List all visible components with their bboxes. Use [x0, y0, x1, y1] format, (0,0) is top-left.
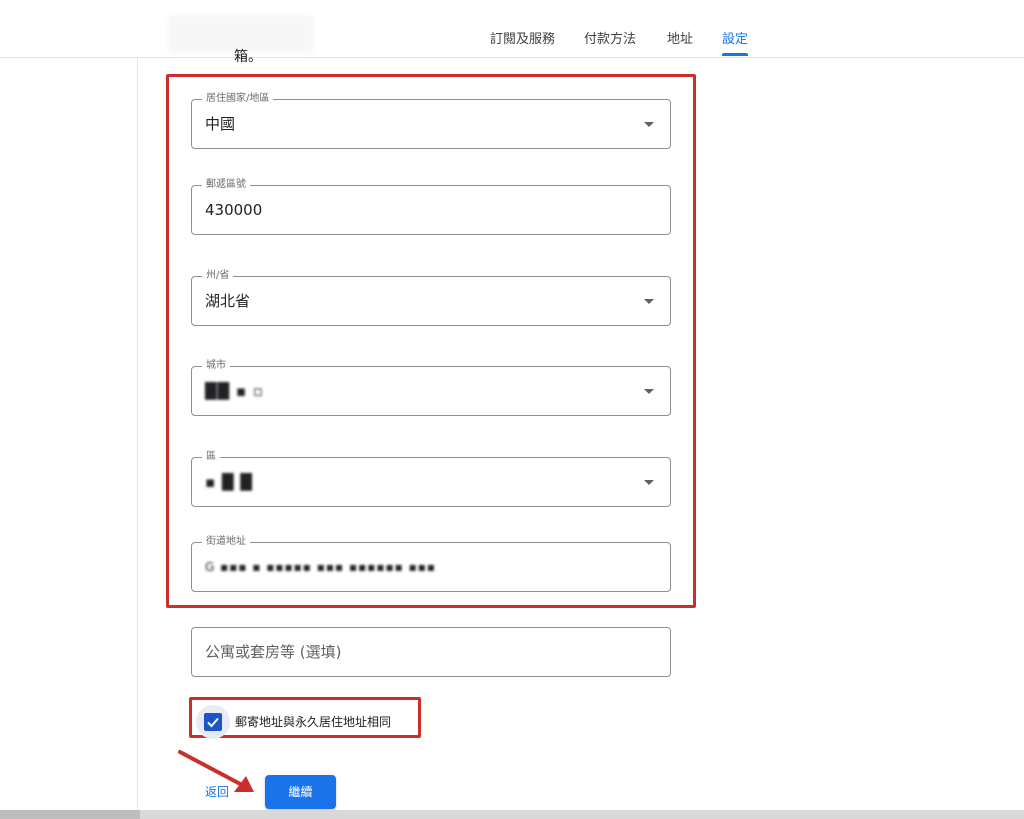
apartment-placeholder: 公寓或套房等 (選填): [205, 643, 342, 661]
checkmark-icon: [207, 717, 219, 728]
same-address-label: 郵寄地址與永久居住地址相同: [235, 715, 392, 729]
annotation-arrow-icon: [178, 750, 254, 792]
active-tab-indicator: [722, 53, 748, 56]
tab-subscriptions[interactable]: 訂閱及服務: [490, 0, 555, 57]
apartment-field[interactable]: 公寓或套房等 (選填): [191, 627, 671, 677]
scrolled-text-fragment: 箱。: [234, 49, 262, 65]
tab-settings[interactable]: 設定: [722, 0, 748, 57]
horizontal-scrollbar[interactable]: [0, 810, 1024, 819]
top-navigation-bar: 訂閱及服務 付款方法 地址 設定: [0, 0, 1024, 58]
scrollbar-thumb[interactable]: [0, 810, 140, 819]
same-address-checkbox[interactable]: [204, 713, 222, 731]
annotation-highlight-address-fields: [166, 74, 696, 608]
left-divider: [137, 57, 138, 819]
continue-button[interactable]: 繼續: [265, 775, 336, 809]
tab-payment-methods[interactable]: 付款方法: [584, 0, 636, 57]
page-root: 訂閱及服務 付款方法 地址 設定 箱。 居住國家/地區 中國 郵遞區號 4300…: [0, 0, 1024, 819]
tab-addresses[interactable]: 地址: [667, 0, 693, 57]
